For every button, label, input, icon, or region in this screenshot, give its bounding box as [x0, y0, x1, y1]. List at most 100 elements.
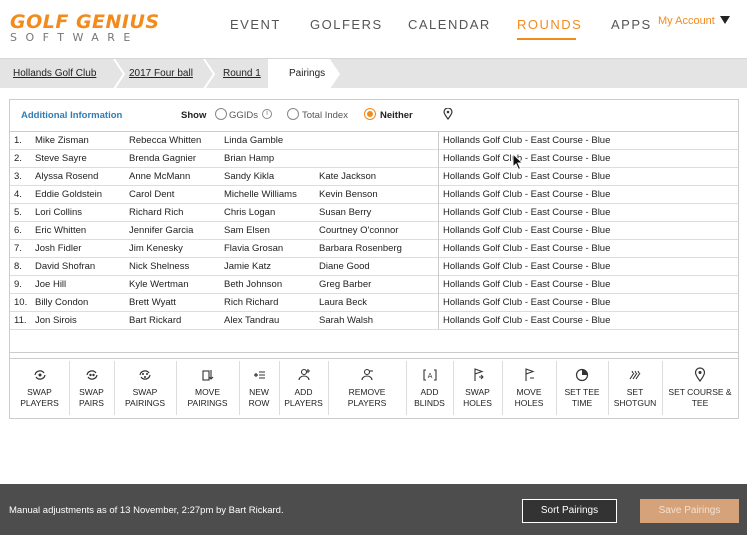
move-holes-icon — [525, 368, 535, 381]
player-cell[interactable]: Rich Richard — [224, 297, 278, 308]
player-cell[interactable]: Chris Logan — [224, 207, 275, 218]
table-row[interactable]: 9. Joe Hill Kyle Wertman Beth Johnson Greg B… — [10, 276, 738, 294]
nav-apps[interactable]: APPS — [611, 17, 652, 32]
table-row[interactable]: 6. Eric Whitten Jennifer Garcia Sam Elsen Co… — [10, 222, 738, 240]
radio-neither[interactable] — [364, 108, 376, 120]
player-cell[interactable]: Carol Dent — [129, 189, 174, 200]
table-row[interactable]: 11. Jon Sirois Bart Rickard Alex Tandrau Sar… — [10, 312, 738, 330]
player-cell[interactable]: Greg Barber — [319, 279, 371, 290]
course-cell[interactable]: Hollands Golf Club - East Course - Blue — [443, 243, 610, 254]
info-icon[interactable]: i — [262, 109, 272, 119]
player-cell[interactable]: Sam Elsen — [224, 225, 270, 236]
add-blinds-button[interactable]: A ADD BLINDS — [406, 359, 453, 419]
course-cell[interactable]: Hollands Golf Club - East Course - Blue — [443, 135, 610, 146]
table-row[interactable]: 2. Steve Sayre Brenda Gagnier Brian Hamp Hol… — [10, 150, 738, 168]
player-cell[interactable]: Linda Gamble — [224, 135, 283, 146]
player-cell[interactable]: Anne McMann — [129, 171, 190, 182]
breadcrumb-club[interactable]: Hollands Golf Club — [13, 59, 96, 89]
table-row[interactable]: 1. Mike Zisman Rebecca Whitten Linda Gamble… — [10, 132, 738, 150]
player-cell[interactable]: Brett Wyatt — [129, 297, 176, 308]
player-cell[interactable]: Rebecca Whitten — [129, 135, 201, 146]
player-cell[interactable]: Steve Sayre — [35, 153, 87, 164]
player-cell[interactable]: Flavia Grosan — [224, 243, 283, 254]
nav-event[interactable]: EVENT — [230, 17, 281, 32]
player-cell[interactable]: Billy Condon — [35, 297, 88, 308]
player-cell[interactable]: Laura Beck — [319, 297, 367, 308]
player-cell[interactable]: Jon Sirois — [35, 315, 77, 326]
remove-players-button[interactable]: REMOVE PLAYERS — [328, 359, 406, 419]
player-cell[interactable]: Richard Rich — [129, 207, 183, 218]
player-cell[interactable]: Susan Berry — [319, 207, 371, 218]
move-pairings-button[interactable]: MOVE PAIRINGS — [176, 359, 239, 419]
set-shotgun-button[interactable]: SET SHOTGUN — [608, 359, 662, 419]
player-cell[interactable]: David Shofran — [35, 261, 95, 272]
player-cell[interactable]: Michelle Williams — [224, 189, 297, 200]
player-cell[interactable]: Josh Fidler — [35, 243, 81, 254]
nav-rounds[interactable]: ROUNDS — [517, 17, 582, 32]
player-cell[interactable]: Bart Rickard — [129, 315, 181, 326]
player-cell[interactable]: Diane Good — [319, 261, 370, 272]
course-cell[interactable]: Hollands Golf Club - East Course - Blue — [443, 279, 610, 290]
table-row[interactable]: 5. Lori Collins Richard Rich Chris Logan Sus… — [10, 204, 738, 222]
swap-pairings-button[interactable]: SWAP PAIRINGS — [114, 359, 176, 419]
set-tee-time-button[interactable]: SET TEE TIME — [556, 359, 608, 419]
add-players-button[interactable]: ADD PLAYERS — [279, 359, 328, 419]
player-cell[interactable]: Beth Johnson — [224, 279, 282, 290]
player-cell[interactable]: Sarah Walsh — [319, 315, 373, 326]
radio-neither-label[interactable]: Neither — [380, 110, 413, 121]
table-row[interactable]: 4. Eddie Goldstein Carol Dent Michelle Will… — [10, 186, 738, 204]
course-cell[interactable]: Hollands Golf Club - East Course - Blue — [443, 171, 610, 182]
player-cell[interactable]: Courtney O'connor — [319, 225, 398, 236]
player-cell[interactable]: Jennifer Garcia — [129, 225, 193, 236]
player-cell[interactable]: Brian Hamp — [224, 153, 274, 164]
player-cell[interactable]: Brenda Gagnier — [129, 153, 196, 164]
player-cell[interactable]: Eric Whitten — [35, 225, 86, 236]
golf-genius-logo[interactable]: GOLF GENIUS SOFTWARE — [10, 12, 160, 44]
player-cell[interactable]: Eddie Goldstein — [35, 189, 102, 200]
player-cell[interactable]: Sandy Kikla — [224, 171, 274, 182]
course-cell[interactable]: Hollands Golf Club - East Course - Blue — [443, 297, 610, 308]
map-pin-icon[interactable] — [443, 108, 453, 120]
set-course-tee-button[interactable]: SET COURSE & TEE — [662, 359, 738, 419]
player-cell[interactable]: Kyle Wertman — [129, 279, 188, 290]
course-cell[interactable]: Hollands Golf Club - East Course - Blue — [443, 153, 610, 164]
my-account-menu[interactable]: My Account — [658, 15, 715, 27]
player-cell[interactable]: Kevin Benson — [319, 189, 378, 200]
player-cell[interactable]: Alex Tandrau — [224, 315, 279, 326]
swap-pairs-button[interactable]: SWAP PAIRS — [69, 359, 114, 419]
breadcrumb-event[interactable]: 2017 Four ball — [129, 59, 193, 89]
course-cell[interactable]: Hollands Golf Club - East Course - Blue — [443, 189, 610, 200]
player-cell[interactable]: Barbara Rosenberg — [319, 243, 402, 254]
new-row-button[interactable]: NEW ROW — [239, 359, 279, 419]
player-cell[interactable]: Alyssa Rosend — [35, 171, 98, 182]
table-row[interactable]: 8. David Shofran Nick Shelness Jamie Katz Di… — [10, 258, 738, 276]
course-cell[interactable]: Hollands Golf Club - East Course - Blue — [443, 225, 610, 236]
radio-ggids-label[interactable]: GGIDs — [229, 110, 258, 121]
nav-calendar[interactable]: CALENDAR — [408, 17, 491, 32]
nav-golfers[interactable]: GOLFERS — [310, 17, 383, 32]
sort-pairings-button[interactable]: Sort Pairings — [522, 499, 617, 523]
course-cell[interactable]: Hollands Golf Club - East Course - Blue — [443, 207, 610, 218]
player-cell[interactable]: Jim Kenesky — [129, 243, 183, 254]
radio-total-index[interactable] — [287, 108, 299, 120]
player-cell[interactable]: Nick Shelness — [129, 261, 189, 272]
course-cell[interactable]: Hollands Golf Club - East Course - Blue — [443, 315, 610, 326]
radio-total-index-label[interactable]: Total Index — [302, 110, 348, 121]
player-cell[interactable]: Mike Zisman — [35, 135, 89, 146]
breadcrumb-round[interactable]: Round 1 — [223, 59, 261, 89]
player-cell[interactable]: Lori Collins — [35, 207, 82, 218]
course-cell[interactable]: Hollands Golf Club - East Course - Blue — [443, 261, 610, 272]
player-cell[interactable]: Jamie Katz — [224, 261, 271, 272]
table-row[interactable]: 10. Billy Condon Brett Wyatt Rich Richard La… — [10, 294, 738, 312]
table-row[interactable]: 7. Josh Fidler Jim Kenesky Flavia Grosan Bar… — [10, 240, 738, 258]
player-cell[interactable]: Joe Hill — [35, 279, 66, 290]
move-holes-button[interactable]: MOVE HOLES — [502, 359, 556, 419]
caret-down-icon[interactable] — [720, 16, 730, 24]
player-cell[interactable]: Kate Jackson — [319, 171, 376, 182]
radio-ggids[interactable] — [215, 108, 227, 120]
swap-players-button[interactable]: SWAP PLAYERS — [10, 359, 69, 419]
save-pairings-button[interactable]: Save Pairings — [640, 499, 739, 523]
swap-holes-button[interactable]: SWAP HOLES — [453, 359, 502, 419]
footer-bar: Manual adjustments as of 13 November, 2:… — [0, 484, 747, 535]
table-row[interactable]: 3. Alyssa Rosend Anne McMann Sandy Kikla Kat… — [10, 168, 738, 186]
